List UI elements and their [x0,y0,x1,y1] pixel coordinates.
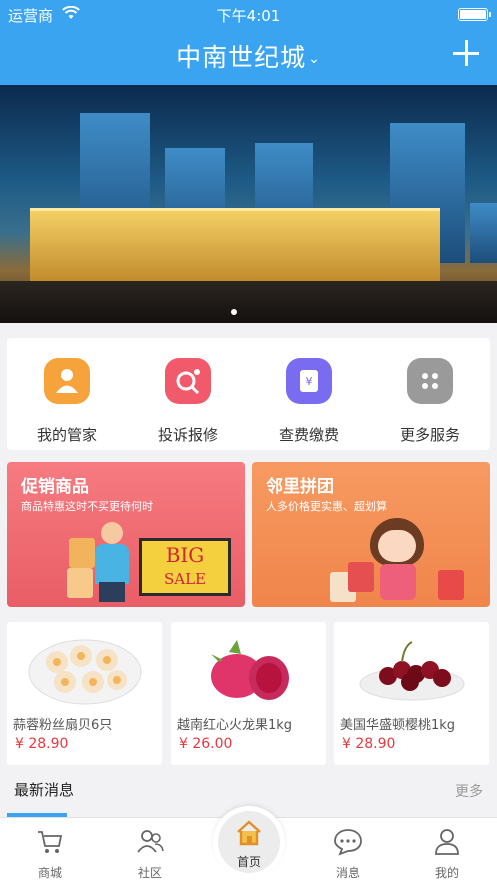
service-label: 更多服务 [399,426,460,444]
battery-icon [458,8,491,21]
banner-street [0,281,497,323]
service-more[interactable]: 更多服务 [370,338,490,450]
scallop-image [28,639,142,705]
service-label: 查费缴费 [278,426,339,444]
cherry-image [359,641,465,701]
banner-mall [30,208,440,283]
service-repair[interactable]: 投诉报修 [128,338,248,450]
service-grid: 我的管家 投诉报修 ¥ 查费缴费 更多服务 [7,338,490,450]
tab-label: 消息 [335,866,360,880]
tab-messages[interactable]: 消息 [308,818,388,883]
product-name: 蒜蓉粉丝扇贝6只 [13,718,113,733]
news-title: 最新消息 [14,781,75,799]
big-sale-sign: BIG SALE [139,538,231,596]
community-icon [137,830,164,853]
tab-community[interactable]: 社区 [110,818,190,883]
product-card[interactable]: 蒜蓉粉丝扇贝6只 ¥ 28.90 [7,622,162,765]
more-services-icon [407,358,453,404]
product-price: ¥ 28.90 [15,736,69,752]
chevron-down-icon: ⌄ [308,51,321,67]
page-title: 中南世纪城 [176,43,307,72]
payment-icon: ¥ [286,358,332,404]
app-header: 运营商 下午4:01 中南世纪城 ⌄ [0,0,497,85]
shopping-bag-icon [438,570,464,600]
salesman-illustration [89,522,135,602]
shopping-bag-icon [69,538,95,568]
home-button[interactable]: 首页 [218,811,280,873]
service-label: 投诉报修 [157,426,218,444]
promo-title: 邻里拼团 [266,477,334,497]
service-payment[interactable]: ¥ 查费缴费 [249,338,369,450]
dragon-fruit-image [211,640,289,700]
banner-carousel[interactable] [0,85,497,323]
promo-title: 促销商品 [21,477,89,497]
service-butler[interactable]: 我的管家 [7,338,127,450]
promo-subtitle: 人多价格更实惠、超划算 [266,500,387,513]
big-sale-sale: SALE [163,570,207,588]
service-label: 我的管家 [36,426,97,444]
tab-home[interactable]: 首页 [213,806,285,878]
svg-text:¥: ¥ [306,375,313,388]
butler-icon [44,358,90,404]
big-sale-big: BIG [165,543,205,567]
tab-label: 商城 [37,866,62,880]
status-time: 下午4:01 [216,7,281,25]
home-icon [237,820,261,846]
tab-label: 首页 [236,855,261,869]
tab-mall[interactable]: 商城 [10,818,90,883]
tab-mine[interactable]: 我的 [407,818,487,883]
product-name: 美国华盛顿樱桃1kg [340,718,456,733]
add-button[interactable] [453,40,479,66]
news-section-header: 最新消息 更多 [0,772,497,808]
product-name: 越南红心火龙果1kg [177,718,293,733]
news-more-link[interactable]: 更多 [455,781,483,801]
product-card[interactable]: 美国华盛顿樱桃1kg ¥ 28.90 [334,622,489,765]
promo-groupbuy-card[interactable]: 邻里拼团 人多价格更实惠、超划算 [252,462,490,607]
tab-label: 社区 [137,866,162,880]
carousel-indicator [231,309,237,315]
shopping-bag-icon [67,568,93,598]
promo-sale-card[interactable]: 促销商品 商品特惠这时不买更待何时 BIG SALE [7,462,245,607]
repair-icon [165,358,211,404]
status-bar: 运营商 下午4:01 [0,0,497,28]
banner-building [470,203,497,263]
girl-illustration [362,518,432,602]
tab-label: 我的 [434,866,459,880]
product-price: ¥ 28.90 [342,736,396,752]
product-price: ¥ 26.00 [179,736,233,752]
promo-subtitle: 商品特惠这时不买更待何时 [21,500,153,513]
chat-bubble-icon [334,829,362,856]
user-icon [435,829,459,855]
product-card[interactable]: 越南红心火龙果1kg ¥ 26.00 [171,622,326,765]
cart-icon [38,831,63,853]
community-selector[interactable]: 中南世纪城 ⌄ [0,38,497,74]
